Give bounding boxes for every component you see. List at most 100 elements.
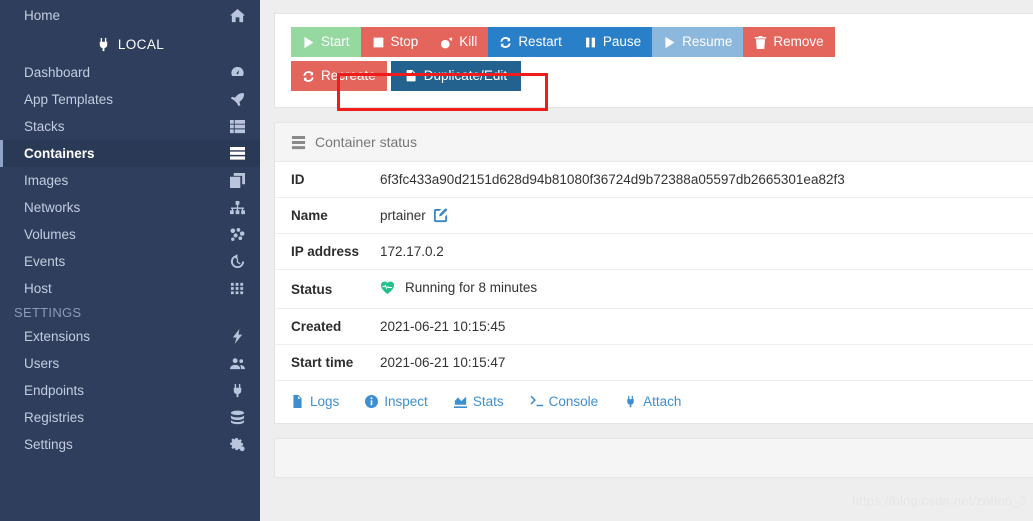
pause-button[interactable]: Pause	[572, 27, 653, 57]
row-key: Start time	[291, 355, 354, 370]
play-icon	[302, 36, 315, 49]
primary-action-buttons: Start Stop Kill Restart Pause Resume Rem…	[291, 27, 1017, 57]
logs-link-label: Logs	[310, 394, 340, 409]
row-key: Status	[291, 281, 333, 297]
sidebar-item-stacks[interactable]: Stacks	[0, 113, 260, 140]
logs-link[interactable]: Logs	[291, 394, 339, 409]
container-tools-links: Logs Inspect Stats Console Attach	[275, 381, 1033, 423]
copy-icon	[405, 69, 418, 83]
dashboard-icon	[228, 65, 246, 80]
app-root: Home LOCAL Dashboard App Templates Stack	[0, 0, 1033, 521]
sidebar-item-label: Settings	[24, 437, 73, 452]
stop-button[interactable]: Stop	[360, 27, 430, 57]
server-icon	[291, 135, 306, 150]
sidebar-item-label: Events	[24, 254, 66, 269]
bomb-icon	[440, 36, 453, 49]
stop-button-label: Stop	[390, 34, 419, 50]
sidebar-item-label: Users	[24, 356, 60, 371]
sidebar-item-containers[interactable]: Containers	[0, 140, 260, 167]
play-icon	[663, 36, 676, 49]
row-key: IP address	[291, 244, 360, 259]
edit-icon[interactable]	[433, 208, 448, 223]
refresh-icon	[499, 36, 512, 49]
users-icon	[228, 356, 246, 371]
attach-link[interactable]: Attach	[624, 394, 681, 409]
sidebar: Home LOCAL Dashboard App Templates Stack	[0, 0, 260, 521]
resume-button[interactable]: Resume	[652, 27, 744, 57]
row-key: Name	[291, 208, 328, 223]
row-value-start-time: 2021-06-21 10:15:47	[380, 355, 506, 370]
refresh-icon	[302, 70, 315, 83]
sidebar-item-label: Home	[24, 8, 61, 23]
remove-button-label: Remove	[773, 34, 824, 50]
gears-icon	[228, 437, 246, 452]
container-status-text: Running for 8 minutes	[405, 280, 538, 295]
containers-icon	[228, 146, 246, 161]
sidebar-item-images[interactable]: Images	[0, 167, 260, 194]
bolt-icon	[228, 329, 246, 344]
recreate-button[interactable]: Recreate	[291, 61, 387, 91]
grid-icon	[228, 281, 246, 296]
container-status-title: Container status	[315, 134, 417, 150]
sidebar-item-registries[interactable]: Registries	[0, 404, 260, 431]
watermark: https://blog.csdn.net/zetion_3	[851, 493, 1027, 508]
row-value-name: prtainer	[380, 198, 1033, 234]
table-row: Name prtainer	[275, 198, 1033, 234]
kill-button[interactable]: Kill	[429, 27, 489, 57]
sidebar-item-settings[interactable]: Settings	[0, 431, 260, 458]
volumes-icon	[228, 227, 246, 242]
sidebar-item-label: Networks	[24, 200, 81, 215]
endpoint-name: LOCAL	[117, 36, 165, 52]
table-row: IP address 172.17.0.2	[275, 234, 1033, 270]
main-content: Start Stop Kill Restart Pause Resume Rem…	[260, 0, 1033, 521]
sidebar-item-label: Volumes	[24, 227, 76, 242]
stacks-icon	[228, 119, 246, 134]
stats-link[interactable]: Stats	[453, 394, 504, 409]
sidebar-item-users[interactable]: Users	[0, 350, 260, 377]
sidebar-section-settings: SETTINGS	[14, 305, 82, 320]
console-link-label: Console	[548, 394, 599, 409]
row-value-created: 2021-06-21 10:15:45	[380, 319, 506, 334]
duplicate-edit-button[interactable]: Duplicate/Edit	[390, 61, 522, 91]
row-key: ID	[291, 172, 305, 187]
duplicate-edit-button-label: Duplicate/Edit	[423, 68, 508, 84]
sidebar-item-label: Host	[24, 281, 52, 296]
sidebar-item-dashboard[interactable]: Dashboard	[0, 59, 260, 86]
heartbeat-icon	[380, 280, 395, 295]
next-panel-partial	[274, 438, 1033, 478]
networks-icon	[228, 200, 246, 215]
database-icon	[228, 410, 246, 425]
sidebar-item-volumes[interactable]: Volumes	[0, 221, 260, 248]
sidebar-item-label: Stacks	[24, 119, 65, 134]
sidebar-item-label: Extensions	[24, 329, 91, 344]
container-status-header: Container status	[275, 123, 1033, 162]
terminal-icon	[530, 395, 543, 408]
sidebar-item-endpoints[interactable]: Endpoints	[0, 377, 260, 404]
sidebar-item-networks[interactable]: Networks	[0, 194, 260, 221]
remove-button[interactable]: Remove	[743, 27, 835, 57]
start-button-label: Start	[321, 34, 350, 50]
sidebar-item-events[interactable]: Events	[0, 248, 260, 275]
table-row: Status Running for 8 minutes	[275, 270, 1033, 309]
container-actions-panel: Start Stop Kill Restart Pause Resume Rem…	[274, 13, 1033, 111]
sidebar-item-home[interactable]: Home	[0, 2, 260, 29]
container-status-table: ID 6f3fc433a90d2151d628d94b81080f36724d9…	[275, 162, 1033, 381]
sidebar-item-app-templates[interactable]: App Templates	[0, 86, 260, 113]
row-value-id: 6f3fc433a90d2151d628d94b81080f36724d9b72…	[380, 172, 845, 187]
sidebar-item-host[interactable]: Host	[0, 275, 260, 302]
plug-icon	[228, 383, 246, 398]
inspect-link[interactable]: Inspect	[365, 394, 428, 409]
container-name-text: prtainer	[380, 208, 426, 223]
chart-icon	[453, 395, 467, 408]
sidebar-item-label: Endpoints	[24, 383, 85, 398]
console-link[interactable]: Console	[530, 394, 599, 409]
row-key: Created	[291, 319, 342, 334]
table-row: Created 2021-06-21 10:15:45	[275, 309, 1033, 345]
home-icon	[228, 8, 246, 23]
start-button[interactable]: Start	[291, 27, 361, 57]
sidebar-item-extensions[interactable]: Extensions	[0, 323, 260, 350]
sidebar-item-label: Images	[24, 173, 69, 188]
sidebar-item-label: Dashboard	[24, 65, 91, 80]
restart-button[interactable]: Restart	[488, 27, 573, 57]
secondary-action-buttons: Recreate Duplicate/Edit	[291, 61, 1017, 91]
